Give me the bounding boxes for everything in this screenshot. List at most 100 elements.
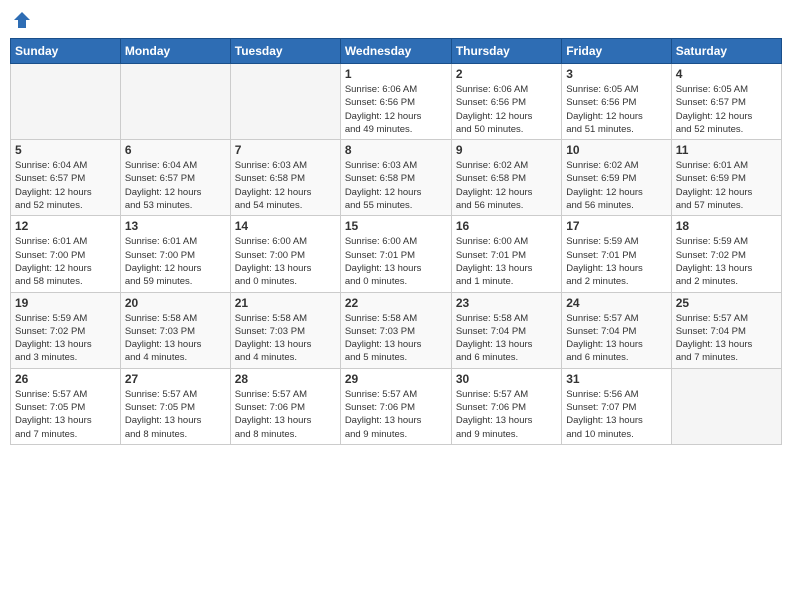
calendar-cell: 16Sunrise: 6:00 AM Sunset: 7:01 PM Dayli… [451,216,561,292]
calendar-cell: 3 Sunrise: 6:05 AM Sunset: 6:56 PM Daylig… [562,64,671,140]
day-number: 28 [235,372,336,386]
day-info: Sunrise: 6:06 AM Sunset: 6:56 PM Dayligh… [345,83,447,136]
calendar-cell: 12 Sunrise: 6:01 AM Sunset: 7:00 PM Dayli… [11,216,121,292]
day-info: Sunrise: 6:02 AM Sunset: 6:59 PM Dayligh… [566,159,666,212]
day-number: 21 [235,296,336,310]
day-info: Sunrise: 5:57 AM Sunset: 7:06 PM Dayligh… [456,388,557,441]
day-info: Sunrise: 6:01 AM Sunset: 6:59 PM Dayligh… [676,159,777,212]
calendar-cell: 7 Sunrise: 6:03 AM Sunset: 6:58 PM Daylig… [230,140,340,216]
calendar-cell [230,64,340,140]
calendar-header-sunday: Sunday [11,39,121,64]
calendar-header-friday: Friday [562,39,671,64]
day-info: Sunrise: 5:56 AM Sunset: 7:07 PM Dayligh… [566,388,666,441]
calendar-cell: 29 Sunrise: 5:57 AM Sunset: 7:06 PM Dayli… [340,368,451,444]
day-info: Sunrise: 6:04 AM Sunset: 6:57 PM Dayligh… [15,159,116,212]
calendar-cell: 27 Sunrise: 5:57 AM Sunset: 7:05 PM Dayli… [120,368,230,444]
day-number: 12 [15,219,116,233]
calendar-cell: 2 Sunrise: 6:06 AM Sunset: 6:56 PM Daylig… [451,64,561,140]
calendar-header-tuesday: Tuesday [230,39,340,64]
day-info: Sunrise: 5:57 AM Sunset: 7:04 PM Dayligh… [566,312,666,365]
calendar-cell: 19 Sunrise: 5:59 AM Sunset: 7:02 PM Dayli… [11,292,121,368]
calendar-cell: 10 Sunrise: 6:02 AM Sunset: 6:59 PM Dayli… [562,140,671,216]
day-number: 13 [125,219,226,233]
day-number: 3 [566,67,666,81]
day-info: Sunrise: 5:57 AM Sunset: 7:05 PM Dayligh… [125,388,226,441]
day-number: 24 [566,296,666,310]
day-info: Sunrise: 5:58 AM Sunset: 7:04 PM Dayligh… [456,312,557,365]
day-number: 9 [456,143,557,157]
day-info: Sunrise: 6:00 AM Sunset: 7:00 PM Dayligh… [235,235,336,288]
calendar-week-row: 1 Sunrise: 6:06 AM Sunset: 6:56 PM Daylig… [11,64,782,140]
calendar-week-row: 26 Sunrise: 5:57 AM Sunset: 7:05 PM Dayli… [11,368,782,444]
calendar-cell: 21 Sunrise: 5:58 AM Sunset: 7:03 PM Dayli… [230,292,340,368]
day-info: Sunrise: 6:02 AM Sunset: 6:58 PM Dayligh… [456,159,557,212]
day-info: Sunrise: 5:59 AM Sunset: 7:02 PM Dayligh… [676,235,777,288]
calendar-cell: 28 Sunrise: 5:57 AM Sunset: 7:06 PM Dayli… [230,368,340,444]
calendar-cell [671,368,781,444]
day-number: 1 [345,67,447,81]
day-info: Sunrise: 5:58 AM Sunset: 7:03 PM Dayligh… [125,312,226,365]
calendar-week-row: 19 Sunrise: 5:59 AM Sunset: 7:02 PM Dayli… [11,292,782,368]
day-info: Sunrise: 6:00 AM Sunset: 7:01 PM Dayligh… [456,235,557,288]
day-number: 31 [566,372,666,386]
day-number: 14 [235,219,336,233]
calendar-cell: 31 Sunrise: 5:56 AM Sunset: 7:07 PM Dayli… [562,368,671,444]
day-info: Sunrise: 5:57 AM Sunset: 7:06 PM Dayligh… [235,388,336,441]
day-number: 10 [566,143,666,157]
calendar-cell: 18Sunrise: 5:59 AM Sunset: 7:02 PM Dayli… [671,216,781,292]
day-info: Sunrise: 5:57 AM Sunset: 7:05 PM Dayligh… [15,388,116,441]
calendar-cell: 13Sunrise: 6:01 AM Sunset: 7:00 PM Dayli… [120,216,230,292]
calendar-cell [11,64,121,140]
calendar-week-row: 5 Sunrise: 6:04 AM Sunset: 6:57 PM Daylig… [11,140,782,216]
page-header [10,10,782,30]
day-number: 27 [125,372,226,386]
day-number: 5 [15,143,116,157]
day-number: 2 [456,67,557,81]
day-number: 4 [676,67,777,81]
day-number: 7 [235,143,336,157]
calendar-cell: 30Sunrise: 5:57 AM Sunset: 7:06 PM Dayli… [451,368,561,444]
calendar-cell: 14 Sunrise: 6:00 AM Sunset: 7:00 PM Dayli… [230,216,340,292]
day-info: Sunrise: 5:57 AM Sunset: 7:06 PM Dayligh… [345,388,447,441]
calendar-header-saturday: Saturday [671,39,781,64]
day-info: Sunrise: 5:57 AM Sunset: 7:04 PM Dayligh… [676,312,777,365]
day-number: 25 [676,296,777,310]
calendar-cell: 17Sunrise: 5:59 AM Sunset: 7:01 PM Dayli… [562,216,671,292]
calendar-cell: 23 Sunrise: 5:58 AM Sunset: 7:04 PM Dayli… [451,292,561,368]
calendar-cell: 9 Sunrise: 6:02 AM Sunset: 6:58 PM Daylig… [451,140,561,216]
day-info: Sunrise: 6:01 AM Sunset: 7:00 PM Dayligh… [15,235,116,288]
calendar-cell: 22Sunrise: 5:58 AM Sunset: 7:03 PM Dayli… [340,292,451,368]
day-number: 11 [676,143,777,157]
day-number: 6 [125,143,226,157]
logo [10,10,32,30]
day-info: Sunrise: 6:00 AM Sunset: 7:01 PM Dayligh… [345,235,447,288]
day-info: Sunrise: 5:59 AM Sunset: 7:01 PM Dayligh… [566,235,666,288]
day-info: Sunrise: 6:05 AM Sunset: 6:56 PM Dayligh… [566,83,666,136]
calendar-cell: 11 Sunrise: 6:01 AM Sunset: 6:59 PM Dayli… [671,140,781,216]
day-number: 19 [15,296,116,310]
calendar-cell: 25 Sunrise: 5:57 AM Sunset: 7:04 PM Dayli… [671,292,781,368]
calendar-cell: 1 Sunrise: 6:06 AM Sunset: 6:56 PM Daylig… [340,64,451,140]
calendar-cell: 20 Sunrise: 5:58 AM Sunset: 7:03 PM Dayli… [120,292,230,368]
day-info: Sunrise: 6:06 AM Sunset: 6:56 PM Dayligh… [456,83,557,136]
calendar-header-thursday: Thursday [451,39,561,64]
calendar-cell [120,64,230,140]
calendar-cell: 24 Sunrise: 5:57 AM Sunset: 7:04 PM Dayli… [562,292,671,368]
calendar-week-row: 12 Sunrise: 6:01 AM Sunset: 7:00 PM Dayli… [11,216,782,292]
day-number: 8 [345,143,447,157]
logo-icon [12,10,32,30]
day-number: 26 [15,372,116,386]
calendar-cell: 4Sunrise: 6:05 AM Sunset: 6:57 PM Daylig… [671,64,781,140]
day-number: 23 [456,296,557,310]
day-info: Sunrise: 5:58 AM Sunset: 7:03 PM Dayligh… [235,312,336,365]
day-number: 22 [345,296,447,310]
day-number: 29 [345,372,447,386]
day-number: 20 [125,296,226,310]
calendar-table: SundayMondayTuesdayWednesdayThursdayFrid… [10,38,782,445]
day-info: Sunrise: 6:03 AM Sunset: 6:58 PM Dayligh… [235,159,336,212]
calendar-header-row: SundayMondayTuesdayWednesdayThursdayFrid… [11,39,782,64]
calendar-cell: 26 Sunrise: 5:57 AM Sunset: 7:05 PM Dayli… [11,368,121,444]
calendar-cell: 6 Sunrise: 6:04 AM Sunset: 6:57 PM Daylig… [120,140,230,216]
day-info: Sunrise: 6:04 AM Sunset: 6:57 PM Dayligh… [125,159,226,212]
day-info: Sunrise: 5:59 AM Sunset: 7:02 PM Dayligh… [15,312,116,365]
